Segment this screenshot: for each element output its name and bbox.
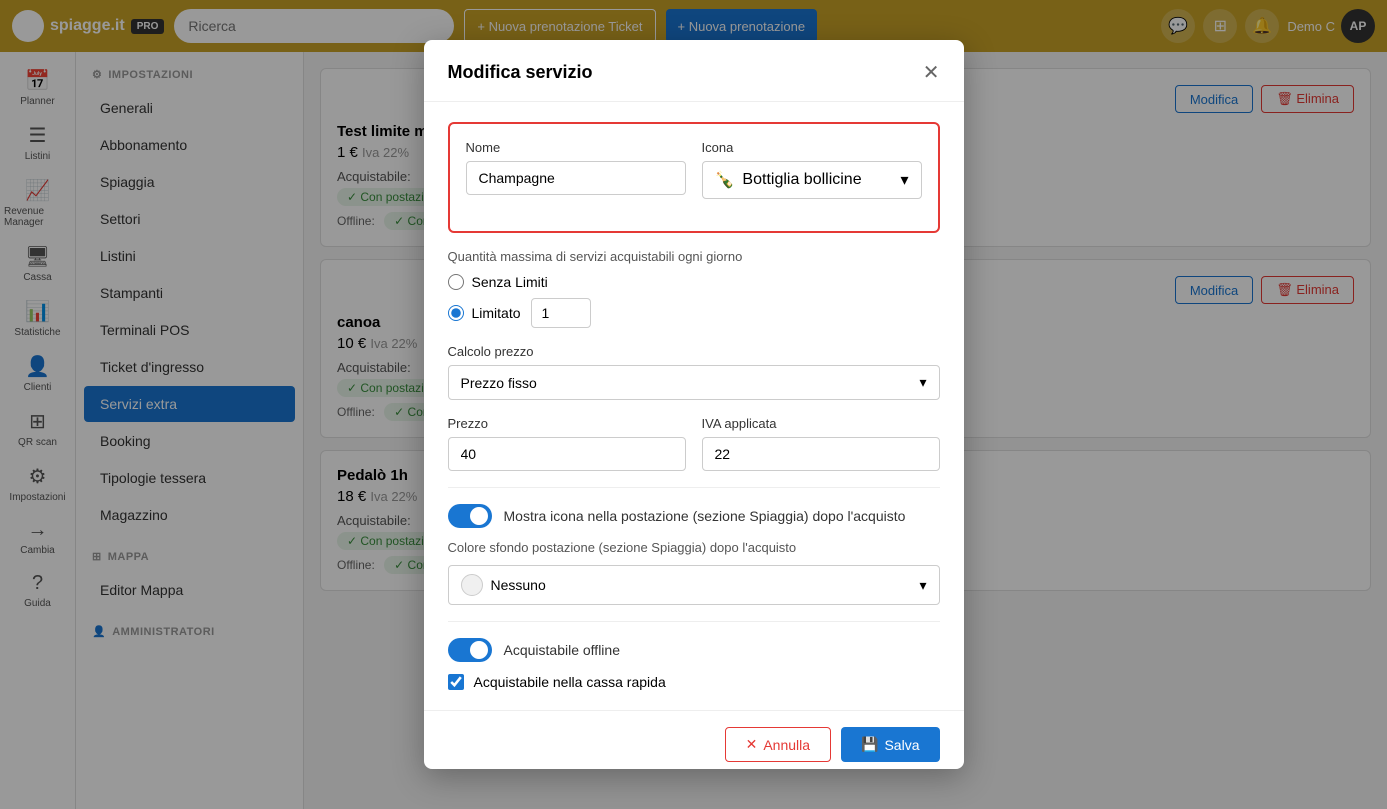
- colore-sfondo-section: Colore sfondo postazione (sezione Spiagg…: [448, 540, 940, 605]
- toggle-slider-offline: [448, 638, 492, 662]
- toggle-slider-mostra: [448, 504, 492, 528]
- prezzo-group: Prezzo: [448, 416, 686, 471]
- nome-input[interactable]: [466, 161, 686, 195]
- quantity-section-label: Quantità massima di servizi acquistabili…: [448, 249, 940, 264]
- icona-select[interactable]: 🍾 Bottiglia bollicine ▾: [702, 161, 922, 199]
- chevron-down-icon: ▾: [900, 170, 908, 190]
- prezzo-input[interactable]: [448, 437, 686, 471]
- modal-body: Nome Icona 🍾 Bottiglia bollicine ▾: [424, 102, 964, 710]
- colore-dropdown[interactable]: Nessuno ▾: [448, 565, 940, 605]
- calcolo-prezzo-group: Calcolo prezzo Prezzo fisso ▾: [448, 344, 940, 400]
- mostra-icona-toggle[interactable]: [448, 504, 492, 528]
- quantity-radio-group: Senza Limiti Limitato: [448, 274, 940, 328]
- acquistabile-offline-toggle[interactable]: [448, 638, 492, 662]
- iva-label: IVA applicata: [702, 416, 940, 431]
- prezzo-iva-row: Prezzo IVA applicata: [448, 416, 940, 471]
- iva-input[interactable]: [702, 437, 940, 471]
- x-icon: ✕: [746, 736, 758, 753]
- nome-field-group: Nome: [466, 140, 686, 199]
- radio-senza-limiti[interactable]: Senza Limiti: [448, 274, 940, 290]
- nome-label: Nome: [466, 140, 686, 155]
- save-icon: 💾: [861, 736, 878, 753]
- icona-emoji: 🍾: [715, 170, 735, 190]
- radio-senza-input[interactable]: [448, 274, 464, 290]
- radio-senza-label: Senza Limiti: [472, 274, 548, 290]
- radio-limitato-label: Limitato: [472, 305, 521, 321]
- color-preview: [461, 574, 483, 596]
- salva-button[interactable]: 💾 Salva: [841, 727, 939, 762]
- mostra-icona-row: Mostra icona nella postazione (sezione S…: [448, 504, 940, 528]
- calcolo-value: Prezzo fisso: [461, 375, 537, 391]
- modal-footer: ✕ Annulla 💾 Salva: [424, 710, 964, 768]
- close-button[interactable]: ✕: [923, 60, 940, 85]
- colore-sfondo-label: Colore sfondo postazione (sezione Spiagg…: [448, 540, 940, 555]
- calcolo-label: Calcolo prezzo: [448, 344, 940, 359]
- icona-field-group: Icona 🍾 Bottiglia bollicine ▾: [702, 140, 922, 199]
- nome-icona-row: Nome Icona 🍾 Bottiglia bollicine ▾: [466, 140, 922, 199]
- annulla-button[interactable]: ✕ Annulla: [725, 727, 831, 762]
- colore-select-row: Nessuno ▾: [448, 565, 940, 605]
- mostra-icona-label: Mostra icona nella postazione (sezione S…: [504, 508, 906, 524]
- limitato-value-input[interactable]: [531, 298, 591, 328]
- modal-overlay: Modifica servizio ✕ Nome Icona 🍾: [0, 0, 1387, 809]
- prezzo-label: Prezzo: [448, 416, 686, 431]
- acquistabile-cassa-label: Acquistabile nella cassa rapida: [474, 674, 666, 690]
- calcolo-dropdown[interactable]: Prezzo fisso ▾: [448, 365, 940, 400]
- radio-limitato[interactable]: Limitato: [448, 305, 521, 321]
- acquistabile-cassa-row: Acquistabile nella cassa rapida: [448, 674, 940, 690]
- modal-title: Modifica servizio: [448, 62, 593, 83]
- acquistabile-cassa-checkbox[interactable]: [448, 674, 464, 690]
- modal: Modifica servizio ✕ Nome Icona 🍾: [424, 40, 964, 768]
- acquistabile-offline-label: Acquistabile offline: [504, 642, 620, 658]
- radio-limitato-input[interactable]: [448, 305, 464, 321]
- chevron-down-calcolo-icon: ▾: [919, 374, 926, 391]
- iva-group: IVA applicata: [702, 416, 940, 471]
- radio-limitato-row: Limitato: [448, 298, 940, 328]
- modal-header: Modifica servizio ✕: [424, 40, 964, 102]
- icona-value: Bottiglia bollicine: [742, 171, 861, 189]
- nome-icona-box: Nome Icona 🍾 Bottiglia bollicine ▾: [448, 122, 940, 233]
- colore-value: Nessuno: [491, 577, 546, 593]
- acquistabile-offline-row: Acquistabile offline: [448, 638, 940, 662]
- icona-label: Icona: [702, 140, 922, 155]
- chevron-down-colore-icon: ▾: [919, 577, 926, 594]
